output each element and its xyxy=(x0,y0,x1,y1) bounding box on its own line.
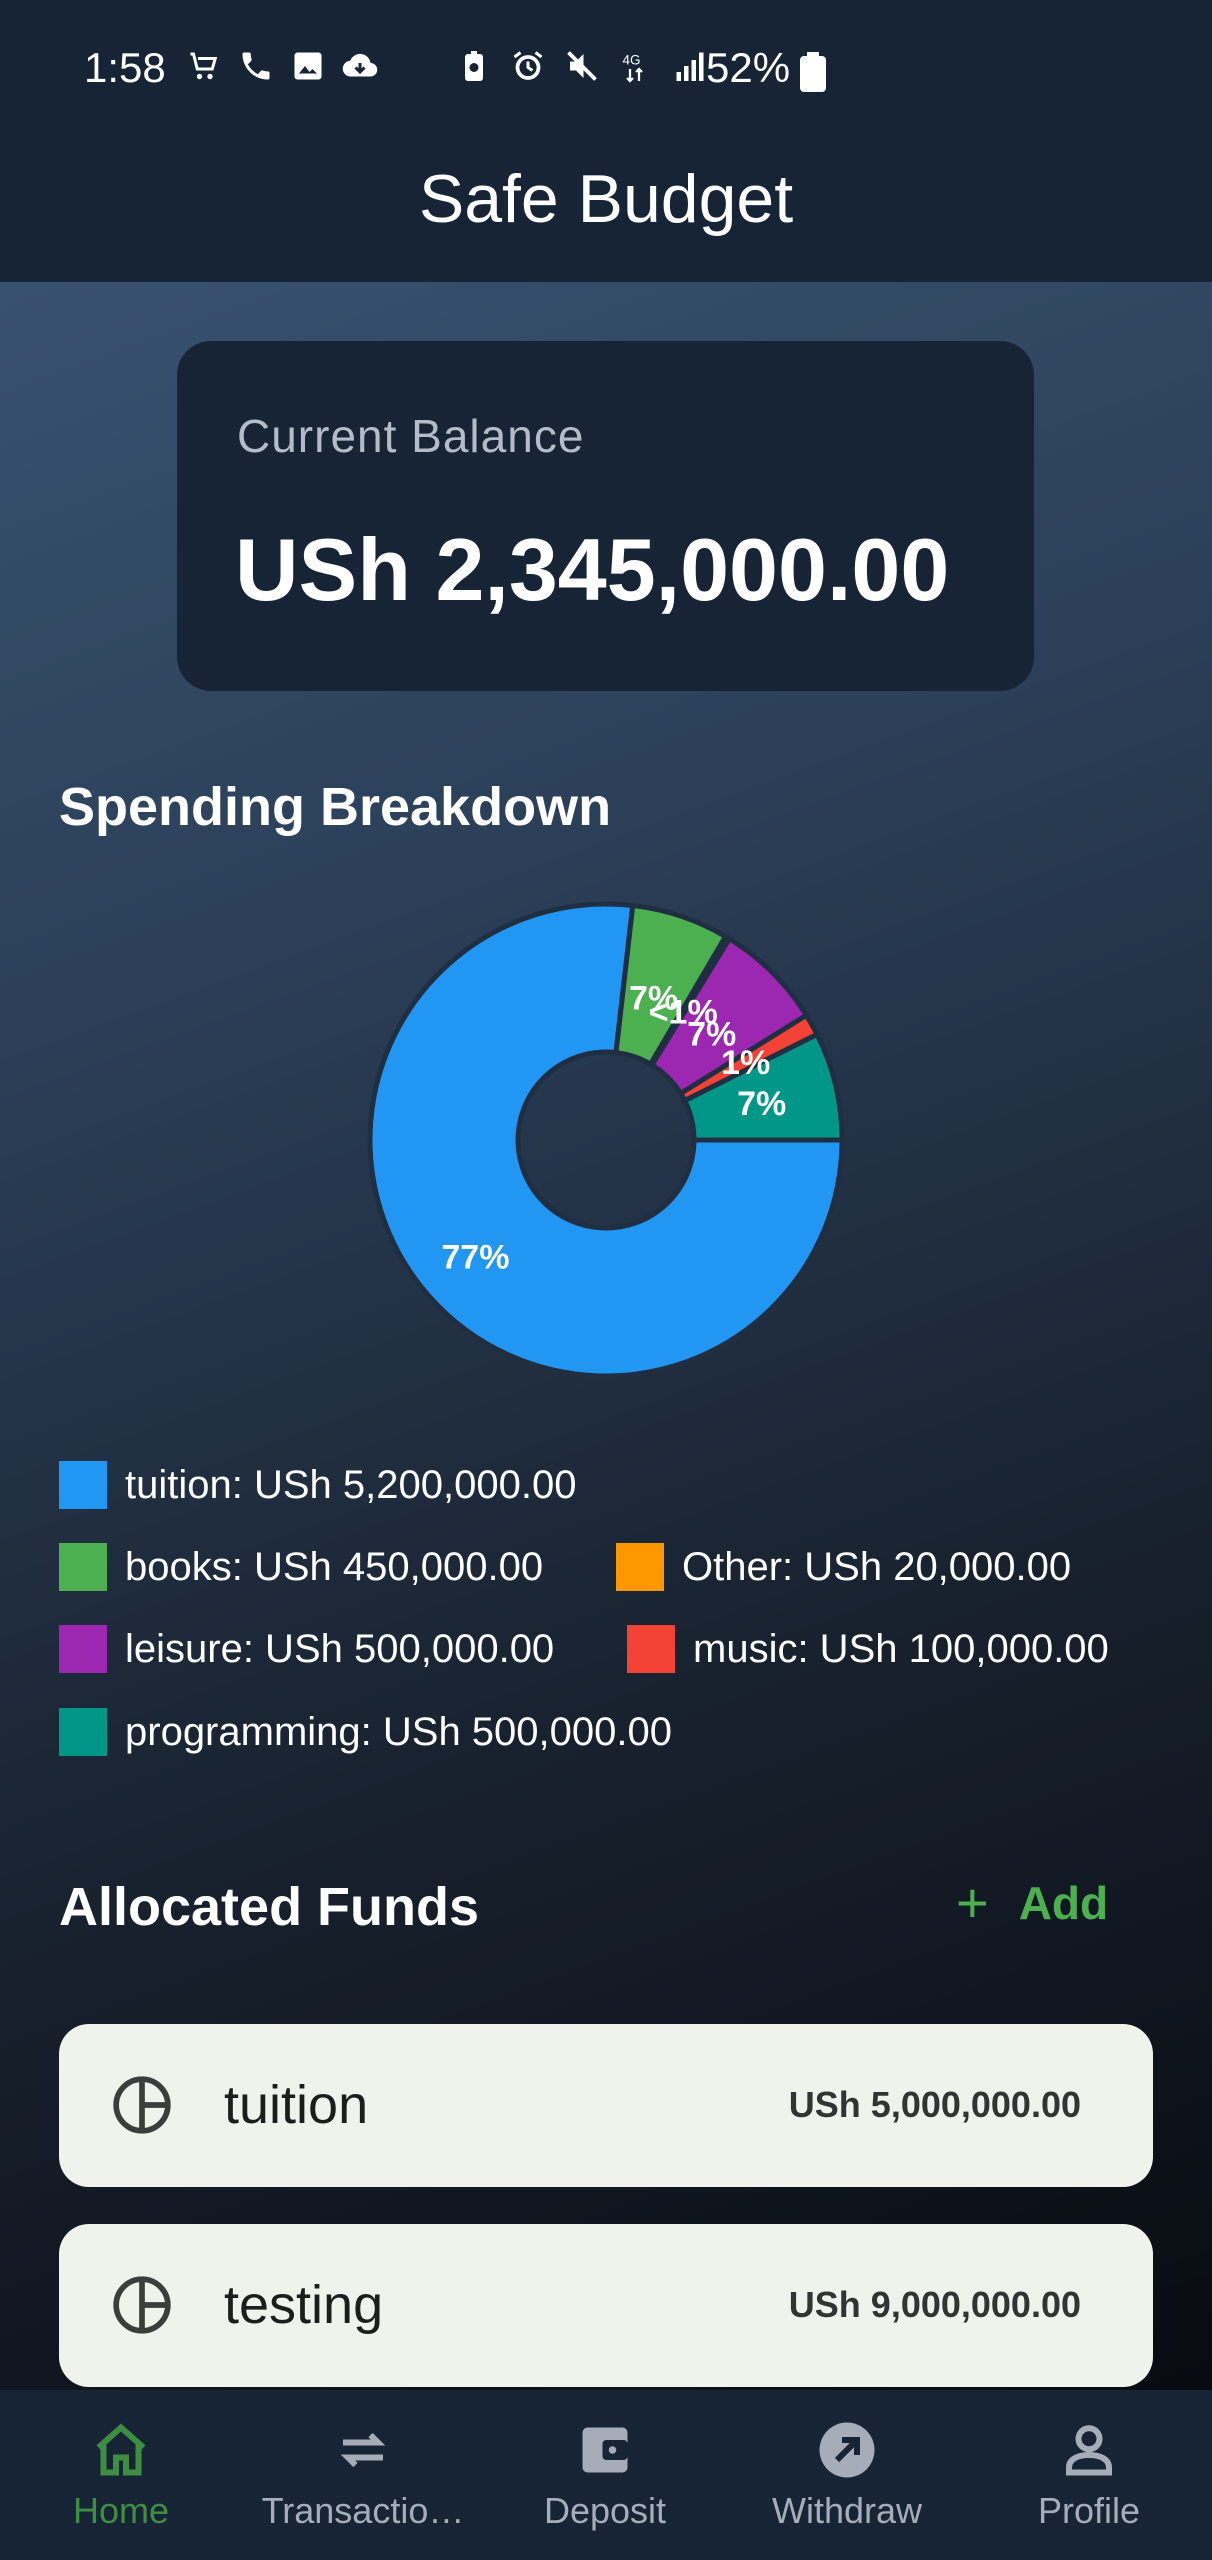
phone-call-icon xyxy=(242,52,270,80)
fund-name: tuition xyxy=(224,2075,369,2135)
balance-label: Current Balance xyxy=(237,410,585,462)
svg-text:4G: 4G xyxy=(623,53,641,68)
pie-label-programming: 7% xyxy=(737,1085,786,1123)
legend-label: tuition: USh 5,200,000.00 xyxy=(125,1462,577,1507)
legend-item-books: books: USh 450,000.00 xyxy=(59,1543,543,1591)
status-bar: 1:58 4G 52% xyxy=(0,0,1212,142)
nav-profile[interactable]: Profile xyxy=(968,2390,1210,2560)
notification-icons xyxy=(186,48,378,84)
legend-swatch xyxy=(616,1543,664,1591)
legend-item-music: music: USh 100,000.00 xyxy=(627,1625,1109,1673)
shopping-cart-icon xyxy=(190,52,218,80)
system-icons: 4G xyxy=(456,48,708,84)
pie-label-music: 1% xyxy=(721,1044,770,1082)
legend-label: music: USh 100,000.00 xyxy=(693,1626,1109,1671)
legend-swatch xyxy=(627,1625,675,1673)
pie-chart-icon xyxy=(113,2076,171,2134)
nav-home[interactable]: Home xyxy=(0,2390,242,2560)
plus-icon: + xyxy=(956,1871,989,1934)
arrow-up-right-circle-icon xyxy=(819,2422,875,2478)
fund-amount: USh 5,000,000.00 xyxy=(788,2084,1081,2125)
legend-item-tuition: tuition: USh 5,200,000.00 xyxy=(59,1461,576,1509)
nav-label: Home xyxy=(72,2490,170,2531)
legend-label: programming: USh 500,000.00 xyxy=(125,1709,672,1754)
legend-label: Other: USh 20,000.00 xyxy=(682,1544,1072,1589)
pie-label-tuition: 77% xyxy=(441,1239,509,1277)
top-bar: 1:58 4G 52% Safe Budget xyxy=(0,0,1212,282)
legend-item-programming: programming: USh 500,000.00 xyxy=(59,1708,672,1756)
fund-name: testing xyxy=(224,2275,384,2335)
legend-label: books: USh 450,000.00 xyxy=(125,1544,544,1589)
legend-swatch xyxy=(59,1543,107,1591)
legend-label: leisure: USh 500,000.00 xyxy=(125,1626,555,1671)
nav-label: Deposit xyxy=(543,2490,667,2531)
swap-arrows-icon xyxy=(340,2432,386,2468)
network-4g-icon: 4G xyxy=(623,53,643,83)
battery-percent: 52% xyxy=(706,44,791,91)
app-title: Safe Budget xyxy=(418,161,794,237)
allocated-funds-title: Allocated Funds xyxy=(59,1877,480,1937)
battery-saver-icon xyxy=(465,51,483,81)
nav-withdraw[interactable]: Withdraw xyxy=(726,2390,968,2560)
legend-item-other: Other: USh 20,000.00 xyxy=(616,1543,1071,1591)
mute-icon xyxy=(567,51,597,81)
pie-chart-icon xyxy=(113,2276,171,2334)
balance-value: USh 2,345,000.00 xyxy=(235,520,950,619)
add-fund-label: Add xyxy=(1018,1876,1109,1929)
fund-amount: USh 9,000,000.00 xyxy=(788,2284,1081,2325)
spending-title: Spending Breakdown xyxy=(59,777,612,837)
nav-transactions[interactable]: Transactio… xyxy=(242,2390,484,2560)
nav-label: Withdraw xyxy=(771,2490,923,2531)
nav-deposit[interactable]: Deposit xyxy=(484,2390,726,2560)
person-icon xyxy=(1066,2425,1112,2476)
spending-pie-chart: 77%7%<1%7%1%7% xyxy=(367,901,845,1379)
cloud-download-icon xyxy=(342,53,378,77)
legend-swatch xyxy=(59,1461,107,1509)
legend-item-leisure: leisure: USh 500,000.00 xyxy=(59,1625,554,1673)
nav-label: Transactio… xyxy=(261,2490,465,2531)
battery-icon xyxy=(800,52,826,92)
legend-swatch xyxy=(59,1708,107,1756)
fund-card-testing[interactable]: testing USh 9,000,000.00 xyxy=(59,2224,1153,2387)
wallet-icon xyxy=(582,2427,628,2473)
nav-label: Profile xyxy=(1037,2490,1141,2531)
image-icon xyxy=(294,52,322,80)
bottom-navigation: Home Transactio… Deposit Withdraw Profil… xyxy=(0,2390,1212,2560)
alarm-icon xyxy=(513,51,543,80)
home-icon xyxy=(96,2423,146,2476)
balance-card: Current Balance USh 2,345,000.00 xyxy=(177,341,1034,691)
signal-icon xyxy=(676,52,704,81)
status-time: 1:58 xyxy=(84,44,166,91)
fund-card-tuition[interactable]: tuition USh 5,000,000.00 xyxy=(59,2024,1153,2187)
add-fund-button[interactable]: + Add xyxy=(956,1870,1108,1935)
legend-swatch xyxy=(59,1625,107,1673)
